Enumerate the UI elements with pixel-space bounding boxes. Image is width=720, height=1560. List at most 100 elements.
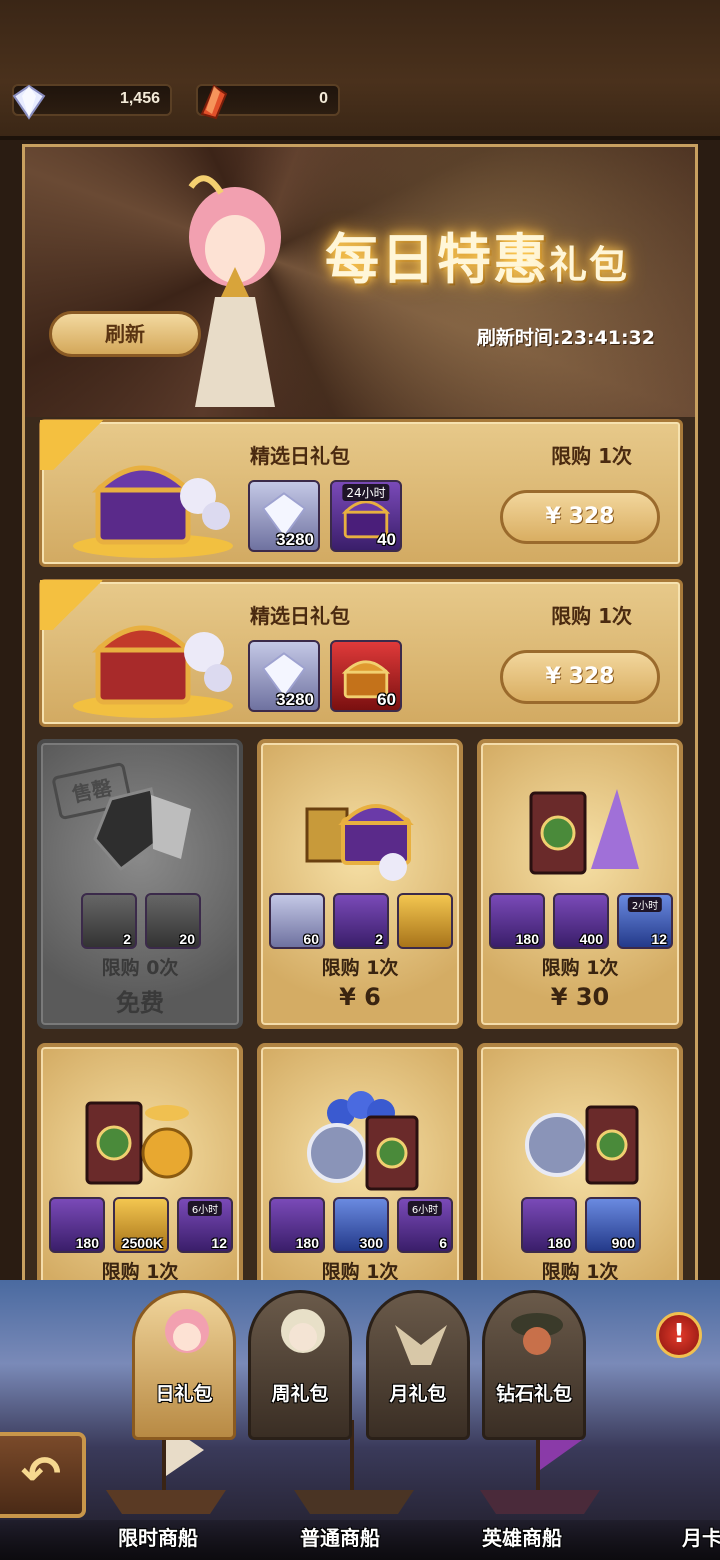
dock-limited-ship[interactable]: 限时商船 — [118, 1522, 198, 1551]
reward-shard[interactable]: 2 — [81, 893, 137, 949]
hammer-coin-icon — [525, 1105, 639, 1185]
duration-tag: 6小时 — [407, 1201, 443, 1216]
winged-helmet-icon — [395, 1325, 447, 1365]
reward-purple-chest[interactable]: 24小时 40 — [330, 480, 402, 552]
reward-qty: 180 — [547, 1235, 571, 1251]
purchase-limit: 限购 1次 — [551, 604, 632, 628]
duration-tag: 6小时 — [187, 1201, 223, 1216]
tab-label: 周礼包 — [271, 1383, 329, 1405]
reward-red-chest[interactable]: 60 — [330, 640, 402, 712]
crystal-counter[interactable]: 0 — [196, 84, 340, 120]
gold-coin-icon — [85, 1101, 193, 1185]
reward-scroll-card[interactable]: 180 — [489, 893, 545, 949]
diamond-counter[interactable]: 1,456 — [12, 84, 172, 120]
reward-potion[interactable]: 2小时 12 — [617, 893, 673, 949]
price-label: ¥ 30 — [550, 983, 610, 1011]
reward-qty: 180 — [75, 1235, 99, 1251]
purchase-limit: 限购 1次 — [541, 957, 619, 979]
crystal-count: 0 — [319, 90, 328, 107]
reward-qty: 12 — [211, 1235, 227, 1251]
tab-label: 月礼包 — [389, 1383, 447, 1405]
daily-deal-banner: 每日特惠礼包 刷新 刷新时间:23:41:32 — [25, 147, 695, 417]
scroll-card-icon — [529, 789, 639, 875]
reward-scroll-card[interactable]: 180 — [269, 1197, 325, 1253]
reward-qty: 3280 — [276, 690, 314, 709]
reward-qty: 6 — [439, 1235, 447, 1251]
pack-name: 精选日礼包 — [250, 444, 350, 468]
knight-portrait-icon — [281, 1309, 325, 1353]
reward-qty: 180 — [295, 1235, 319, 1251]
duration-tag: 2小时 — [627, 897, 663, 912]
daily-pack-2: 精选日礼包 限购 1次 3280 60 ¥ 328 — [39, 579, 683, 727]
reward-diamond[interactable]: 3280 — [248, 480, 320, 552]
reward-purple-dust[interactable]: 400 — [553, 893, 609, 949]
reward-qty: 20 — [179, 931, 195, 947]
diamond-count: 1,456 — [119, 90, 160, 107]
refresh-timer: 刷新时间:23:41:32 — [476, 327, 655, 349]
dock-monthly-card[interactable]: 月卡 — [682, 1522, 720, 1551]
dock-normal-ship[interactable]: 普通商船 — [300, 1522, 380, 1551]
heroine-portrait-icon — [165, 1309, 209, 1353]
reward-hammer-coin[interactable]: 300 — [333, 1197, 389, 1253]
red-chest-icon — [73, 625, 233, 718]
reward-coins-pile[interactable]: 6小时 12 — [177, 1197, 233, 1253]
tab-weekly-pack[interactable]: 周礼包 — [248, 1290, 352, 1440]
reward-qty: 2 — [375, 931, 383, 947]
reward-scroll-card[interactable]: 180 — [521, 1197, 577, 1253]
alert-button[interactable]: ! — [656, 1312, 702, 1358]
top-bar: 1,456 0 — [0, 0, 720, 140]
reward-qty: 40 — [377, 530, 396, 549]
purchase-limit: 限购 1次 — [551, 444, 632, 468]
tab-label: 日礼包 — [155, 1383, 213, 1405]
pack-card-6[interactable]: 60 2 限购 1次 ¥ 6 — [257, 739, 463, 1029]
reward-diamond[interactable]: 60 — [269, 893, 325, 949]
tab-monthly-pack[interactable]: 月礼包 — [366, 1290, 470, 1440]
reward-qty: 12 — [651, 931, 667, 947]
purchase-limit: 限购 0次 — [101, 957, 179, 979]
reward-gold-coin[interactable]: 2500K — [113, 1197, 169, 1253]
tab-label: 钻石礼包 — [495, 1383, 572, 1405]
purple-chest-icon — [73, 465, 233, 558]
tab-diamond-pack[interactable]: 钻石礼包 — [482, 1290, 586, 1440]
buy-button[interactable]: ¥ 328 — [500, 490, 660, 544]
reward-qty: 180 — [515, 931, 539, 947]
back-button[interactable]: ↶ — [0, 1432, 86, 1518]
reward-hammer-coin[interactable]: 900 — [585, 1197, 641, 1253]
reward-scroll-card[interactable]: 180 — [49, 1197, 105, 1253]
reward-qty: 400 — [579, 931, 603, 947]
reward-blue-orbs[interactable]: 6小时 6 — [397, 1197, 453, 1253]
dock-hero-ship[interactable]: 英雄商船 — [482, 1522, 562, 1551]
reward-qty: 3280 — [276, 530, 314, 549]
refresh-button[interactable]: 刷新 — [49, 311, 201, 357]
banner-title-small: 礼包 — [549, 243, 630, 287]
gold-chest-icon — [305, 804, 414, 881]
buy-button[interactable]: ¥ 328 — [500, 650, 660, 704]
tab-daily-pack[interactable]: 日礼包 — [132, 1290, 236, 1440]
banner-title-main: 每日特惠 — [325, 228, 549, 291]
blue-orbs-icon — [307, 1091, 419, 1191]
reward-gold-chest[interactable] — [397, 893, 453, 949]
purchase-limit: 限购 1次 — [321, 957, 399, 979]
heroine-illustration — [188, 175, 281, 407]
red-crystal-icon — [200, 84, 228, 120]
price-label: ¥ 6 — [339, 983, 381, 1011]
reward-diamond[interactable]: 3280 — [248, 640, 320, 712]
reward-hero-card[interactable]: 2 — [333, 893, 389, 949]
diamond-icon — [12, 84, 46, 120]
reward-qty: 2500K — [121, 1235, 163, 1251]
reward-diamond[interactable]: 20 — [145, 893, 201, 949]
shard-icon — [93, 787, 191, 872]
hooded-hero-icon — [511, 1313, 563, 1355]
duration-tag: 24小时 — [342, 484, 390, 501]
reward-qty: 60 — [377, 690, 396, 709]
pack-name: 精选日礼包 — [250, 604, 350, 628]
daily-pack-1: 精选日礼包 限购 1次 3280 24小时 40 ¥ 328 — [39, 419, 683, 567]
reward-qty: 300 — [359, 1235, 383, 1251]
reward-qty: 2 — [123, 931, 131, 947]
free-pack-card[interactable]: 售罄 2 20 限购 0次 免费 — [37, 739, 243, 1029]
reward-qty: 900 — [611, 1235, 635, 1251]
pack-card-30[interactable]: 180 400 2小时 12 限购 1次 ¥ 30 — [477, 739, 683, 1029]
shop-frame: 每日特惠礼包 刷新 刷新时间:23:41:32 精选日礼包 限购 1次 3280… — [22, 144, 698, 1344]
reward-qty: 60 — [303, 931, 319, 947]
price-label: 免费 — [116, 989, 164, 1017]
